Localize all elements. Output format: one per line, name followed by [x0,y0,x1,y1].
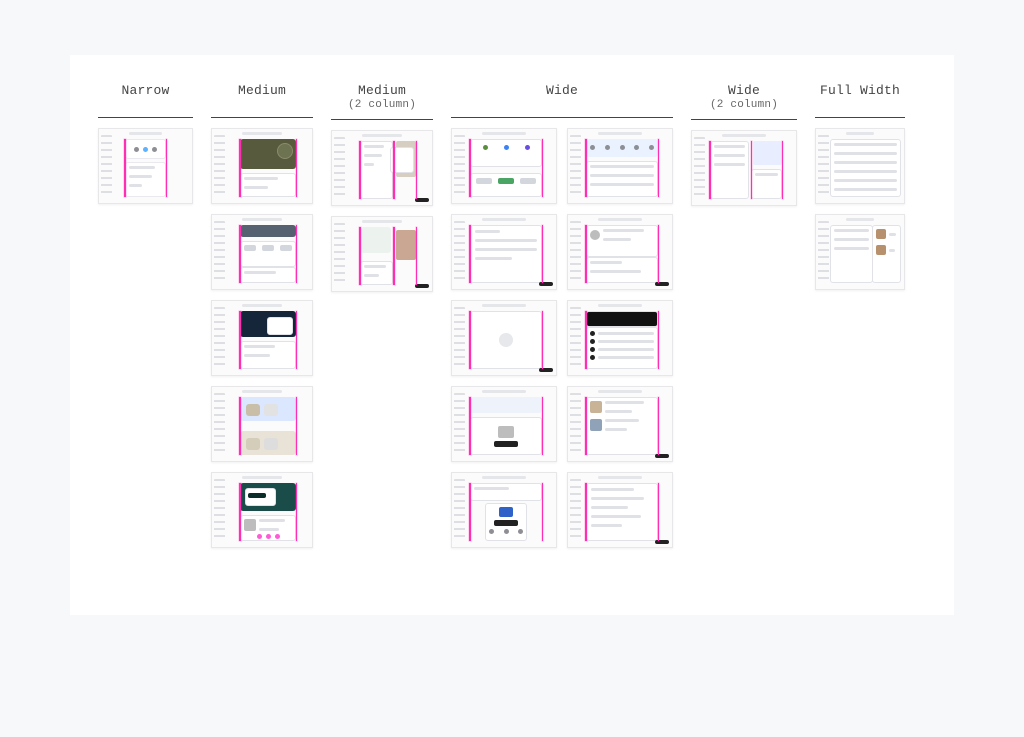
stack-medium2 [331,130,433,292]
stack-wide2 [691,130,797,206]
thumb-medium2-2 [331,216,433,292]
thumb-wide-2a [451,214,557,290]
thumb-wide-1b [567,128,673,204]
thumb-medium-2 [211,214,313,290]
heading-rule [815,117,905,118]
stack-medium [211,128,313,548]
thumb-full-1 [815,128,905,204]
thumb-wide-3a [451,300,557,376]
thumb-wide-4b [567,386,673,462]
thumb-wide-2b [567,214,673,290]
thumb-medium-3 [211,300,313,376]
heading-rule [691,119,797,120]
heading-rule [211,117,313,118]
thumb-wide-5a [451,472,557,548]
thumb-body [125,139,166,197]
heading-label: Wide [710,83,778,99]
stack-full [815,128,905,290]
thumb-medium-5 [211,472,313,548]
heading-label: Narrow [121,83,169,99]
heading-label: Wide [546,83,578,99]
heading-rule [98,117,193,118]
thumb-wide-5b [567,472,673,548]
heading-rule [451,117,673,118]
layout-audit-frame: Narrow [70,55,954,615]
thumb-wide-1a [451,128,557,204]
guide-rail-right [166,139,168,197]
thumb-narrow-1 [98,128,193,204]
col-wide-2col: Wide (2 column) [691,83,797,206]
heading-sublabel: (2 column) [348,99,416,113]
thumb-wide2-1 [691,130,797,206]
guide-rail-left [124,139,126,197]
thumb-wide-4a [451,386,557,462]
heading-medium2: Medium (2 column) [348,83,416,113]
heading-wide2: Wide (2 column) [710,83,778,113]
heading-label: Medium [348,83,416,99]
thumb-medium-1 [211,128,313,204]
heading-label: Full Width [820,83,900,99]
col-narrow: Narrow [98,83,193,204]
col-full: Full Width [815,83,905,290]
thumb-medium-4 [211,386,313,462]
columns-row: Narrow [98,83,926,548]
col-wide: Wide [451,83,673,548]
col-medium-2col: Medium (2 column) [331,83,433,292]
heading-label: Medium [238,83,286,99]
heading-medium: Medium [238,83,286,111]
heading-sublabel: (2 column) [710,99,778,113]
heading-rule [331,119,433,120]
heading-narrow: Narrow [121,83,169,111]
thumb-medium2-1 [331,130,433,206]
heading-full: Full Width [820,83,900,111]
thumb-wide-3b [567,300,673,376]
thumb-full-2 [815,214,905,290]
col-medium: Medium [211,83,313,548]
stack-wide [451,128,673,548]
heading-wide: Wide [546,83,578,111]
stack-narrow [98,128,193,204]
